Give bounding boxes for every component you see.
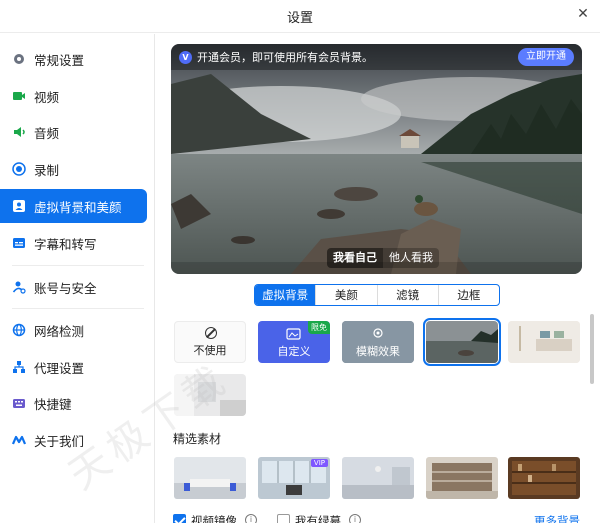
- background-blur-label: 模糊效果: [356, 345, 400, 358]
- logo-icon: [12, 433, 26, 447]
- view-others-button[interactable]: 他人看我: [383, 248, 439, 268]
- view-self-button[interactable]: 我看自己: [327, 248, 383, 268]
- sidebar-item-label: 字幕和转写: [34, 236, 97, 252]
- gear-icon: [12, 52, 26, 66]
- sidebar-item-network[interactable]: 网络检测: [0, 313, 147, 347]
- mirror-video-label: 视频镜像: [191, 514, 237, 523]
- sidebar-item-recording[interactable]: 录制: [0, 152, 147, 186]
- sidebar-item-virtual-background[interactable]: 虚拟背景和美颜: [0, 189, 147, 223]
- background-custom-option[interactable]: 限免 自定义: [258, 321, 330, 363]
- tab-virtual-background[interactable]: 虚拟背景: [255, 285, 317, 305]
- preview-view-toggle: 我看自己 他人看我: [327, 248, 439, 268]
- meeting-room-image: [174, 457, 246, 499]
- portrait-icon: [12, 199, 26, 213]
- sidebar-item-label: 快捷键: [34, 396, 72, 412]
- tab-beauty[interactable]: 美颜: [316, 285, 378, 305]
- effect-tabs: 虚拟背景 美颜 滤镜 边框: [254, 284, 500, 306]
- material-studio[interactable]: [342, 457, 414, 499]
- record-icon: [12, 162, 26, 176]
- tab-frame[interactable]: 边框: [439, 285, 499, 305]
- background-lake-option[interactable]: [423, 318, 501, 366]
- background-blur-option[interactable]: 模糊效果: [342, 321, 414, 363]
- title-bar: 设置 ✕: [0, 0, 600, 33]
- sidebar-item-label: 录制: [34, 162, 60, 178]
- background-none-label: 不使用: [193, 344, 227, 357]
- bottom-options: 视频镜像 i 我有绿幕 i 更多背景: [173, 512, 593, 523]
- sidebar-item-label: 视频: [34, 89, 60, 105]
- scrollbar[interactable]: [590, 314, 594, 384]
- tab-filter[interactable]: 滤镜: [378, 285, 439, 305]
- captions-icon: [12, 236, 26, 250]
- material-library[interactable]: [508, 457, 580, 499]
- material-shelf-room[interactable]: [426, 457, 498, 499]
- main-panel: V 开通会员，即可使用所有会员背景。 立即开通 我看自己 他人看我 虚拟背景 美…: [156, 34, 600, 523]
- speaker-icon: [12, 125, 26, 139]
- background-custom-label: 自定义: [277, 345, 311, 358]
- close-icon[interactable]: ✕: [574, 5, 592, 23]
- studio-image: [342, 457, 414, 499]
- sidebar-item-label: 账号与安全: [34, 280, 97, 296]
- keyboard-icon: [12, 396, 26, 410]
- materials-title: 精选素材: [173, 432, 222, 446]
- sidebar-item-general[interactable]: 常规设置: [0, 42, 147, 76]
- info-icon[interactable]: i: [245, 514, 257, 523]
- lake-scene-image: [171, 44, 582, 274]
- library-image: [508, 457, 580, 499]
- sidebar-item-shortcuts[interactable]: 快捷键: [0, 386, 147, 420]
- sidebar-item-about[interactable]: 关于我们: [0, 423, 147, 457]
- no-entry-icon: [205, 327, 217, 339]
- material-window-office[interactable]: VIP: [258, 457, 330, 499]
- office-thumbnail-image: [174, 374, 246, 416]
- account-security-icon: [12, 280, 26, 294]
- camera-preview: V 开通会员，即可使用所有会员背景。 立即开通 我看自己 他人看我: [171, 44, 582, 274]
- open-membership-button[interactable]: 立即开通: [518, 48, 574, 66]
- sidebar-item-label: 代理设置: [34, 360, 85, 376]
- more-backgrounds-link[interactable]: 更多背景: [534, 513, 580, 523]
- mirror-video-checkbox[interactable]: [173, 514, 186, 523]
- membership-banner: V 开通会员，即可使用所有会员背景。 立即开通: [171, 44, 582, 70]
- material-meeting-room[interactable]: [174, 457, 246, 499]
- shelf-room-image: [426, 457, 498, 499]
- sidebar-item-audio[interactable]: 音频: [0, 115, 147, 149]
- background-none-option[interactable]: 不使用: [174, 321, 246, 363]
- info-icon[interactable]: i: [349, 514, 361, 523]
- free-ribbon: 限免: [308, 321, 330, 334]
- video-camera-icon: [12, 89, 26, 103]
- sidebar-item-video[interactable]: 视频: [0, 79, 147, 113]
- sidebar-item-account-security[interactable]: 账号与安全: [0, 270, 147, 304]
- sidebar-item-label: 虚拟背景和美颜: [34, 199, 122, 215]
- banner-text: 开通会员，即可使用所有会员背景。: [197, 51, 373, 64]
- background-living-room-option[interactable]: [508, 321, 580, 363]
- sidebar-item-label: 常规设置: [34, 52, 85, 68]
- globe-icon: [12, 323, 26, 337]
- sidebar-item-proxy[interactable]: 代理设置: [0, 350, 147, 384]
- sidebar-item-label: 关于我们: [34, 433, 85, 449]
- vip-badge-icon: V: [179, 50, 192, 64]
- sidebar: 常规设置 视频 音频 录制 虚拟背景和美颜 字幕和转写 账号与安全 网络检测 代…: [0, 34, 155, 523]
- background-office-option[interactable]: [174, 374, 246, 416]
- window-title: 设置: [286, 11, 313, 26]
- proxy-network-icon: [12, 360, 26, 374]
- sidebar-item-label: 音频: [34, 125, 60, 141]
- vip-tag: VIP: [310, 459, 328, 467]
- green-screen-label: 我有绿幕: [295, 514, 341, 523]
- sidebar-divider: [12, 308, 144, 309]
- lake-thumbnail-image: [426, 321, 498, 363]
- living-room-thumbnail-image: [508, 321, 580, 363]
- sidebar-divider: [12, 265, 144, 266]
- sidebar-item-label: 网络检测: [34, 323, 85, 339]
- green-screen-checkbox[interactable]: [277, 514, 290, 523]
- sidebar-item-captions[interactable]: 字幕和转写: [0, 226, 147, 260]
